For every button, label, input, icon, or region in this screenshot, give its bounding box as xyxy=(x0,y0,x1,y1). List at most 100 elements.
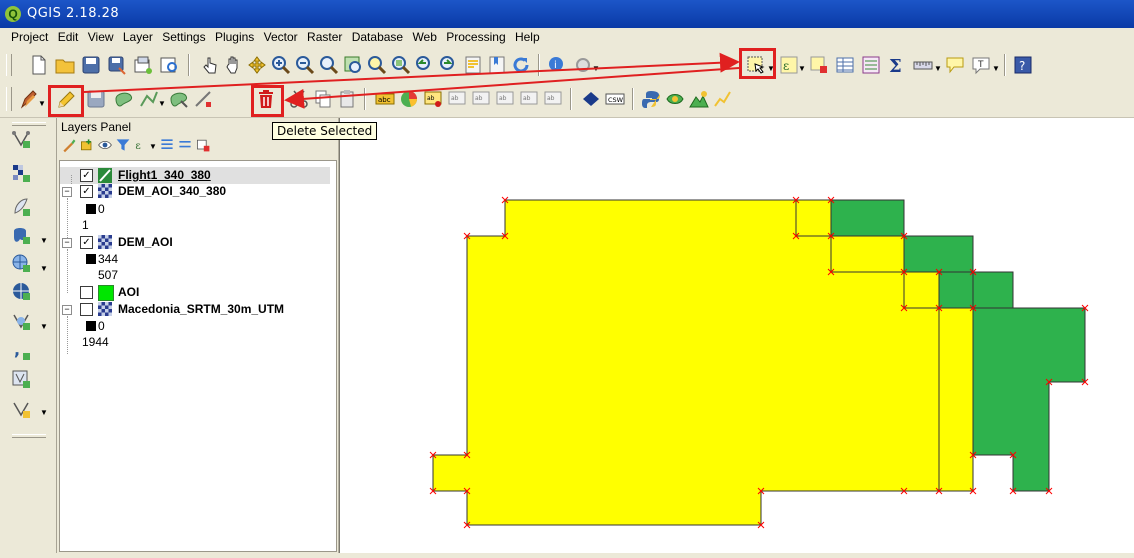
add-delimited-text-icon[interactable]: , xyxy=(10,340,32,362)
cut-features-icon[interactable] xyxy=(288,88,310,110)
run-action-icon[interactable] xyxy=(572,54,594,76)
layer-row[interactable]: ✓ Flight1_340_380 xyxy=(60,167,330,184)
dropdown-arrow[interactable]: ▼ xyxy=(934,64,942,73)
attribute-table-icon[interactable] xyxy=(834,54,856,76)
collapse-toggle[interactable]: − xyxy=(62,305,72,315)
add-virtual-layer-icon[interactable] xyxy=(10,368,32,390)
menu-view[interactable]: View xyxy=(85,28,117,44)
dropdown-arrow[interactable]: ▼ xyxy=(40,236,48,245)
line-profile-icon[interactable] xyxy=(712,88,734,110)
save-layer-edits-icon[interactable] xyxy=(85,88,107,110)
add-postgis-layer-icon[interactable] xyxy=(10,224,32,246)
layer-row[interactable]: − Macedonia_SRTM_30m_UTM xyxy=(60,301,330,318)
layer-row[interactable]: − ✓ DEM_AOI_340_380 xyxy=(60,183,330,200)
new-shapefile-layer-icon[interactable] xyxy=(10,398,32,420)
layer-labeling-icon[interactable]: abc xyxy=(374,88,396,110)
field-calculator-icon[interactable] xyxy=(860,54,882,76)
node-tool-icon[interactable] xyxy=(192,88,214,110)
open-project-icon[interactable] xyxy=(54,54,76,76)
menu-database[interactable]: Database xyxy=(349,28,406,44)
dropdown-arrow[interactable]: ▼ xyxy=(38,99,46,108)
select-by-expression-icon[interactable]: ε xyxy=(778,54,800,76)
remove-layer-icon[interactable] xyxy=(195,136,211,154)
paste-features-icon[interactable] xyxy=(336,88,358,110)
new-print-composer-icon[interactable] xyxy=(132,54,154,76)
menu-help[interactable]: Help xyxy=(512,28,543,44)
text-annotation-icon[interactable]: T xyxy=(970,54,992,76)
dropdown-arrow[interactable]: ▼ xyxy=(149,142,157,151)
style-manager-icon[interactable] xyxy=(61,136,77,154)
zoom-to-layer-icon[interactable] xyxy=(390,54,412,76)
copy-features-icon[interactable] xyxy=(312,88,334,110)
menu-project[interactable]: Project xyxy=(8,28,51,44)
pin-labels-icon[interactable]: ab xyxy=(422,88,444,110)
manage-visibility-icon[interactable] xyxy=(97,136,113,154)
zoom-full-icon[interactable] xyxy=(342,54,364,76)
identify-features-icon[interactable]: i xyxy=(546,54,568,76)
deselect-all-icon[interactable] xyxy=(808,54,830,76)
add-spatialite-layer-icon[interactable] xyxy=(10,196,32,218)
python-console-icon[interactable] xyxy=(640,88,662,110)
layer-visibility-checkbox[interactable]: ✓ xyxy=(80,169,93,182)
dropdown-arrow[interactable]: ▼ xyxy=(158,99,166,108)
rotate-label-icon[interactable]: ab xyxy=(518,88,540,110)
collapse-toggle[interactable]: − xyxy=(62,238,72,248)
toolbar-grip[interactable] xyxy=(6,54,12,76)
dropdown-arrow[interactable]: ▼ xyxy=(40,322,48,331)
statistical-summary-icon[interactable]: Σ xyxy=(886,54,908,76)
menu-vector[interactable]: Vector xyxy=(261,28,301,44)
add-wcs-layer-icon[interactable] xyxy=(10,280,32,302)
map-canvas[interactable] xyxy=(339,118,1134,553)
profile-tool-icon[interactable] xyxy=(688,88,710,110)
toolbar-grip[interactable] xyxy=(6,87,12,111)
menu-layer[interactable]: Layer xyxy=(120,28,156,44)
menu-raster[interactable]: Raster xyxy=(304,28,345,44)
dropdown-arrow[interactable]: ▼ xyxy=(798,64,806,73)
refresh-icon[interactable] xyxy=(510,54,532,76)
current-edits-icon[interactable] xyxy=(18,88,40,110)
yellow-polygon-strip[interactable] xyxy=(938,307,974,492)
add-wfs-layer-icon[interactable] xyxy=(10,310,32,332)
new-project-icon[interactable] xyxy=(28,54,50,76)
layer-visibility-checkbox[interactable] xyxy=(80,286,93,299)
new-bookmark-icon[interactable] xyxy=(486,54,508,76)
zoom-out-icon[interactable] xyxy=(294,54,316,76)
show-hide-labels-icon[interactable]: ab xyxy=(470,88,492,110)
new-map-view-icon[interactable] xyxy=(462,54,484,76)
zoom-in-icon[interactable] xyxy=(270,54,292,76)
add-feature-icon[interactable] xyxy=(113,88,135,110)
save-project-icon[interactable] xyxy=(80,54,102,76)
pan-to-selection-icon[interactable] xyxy=(246,54,268,76)
filter-legend-icon[interactable] xyxy=(115,136,131,154)
dropdown-arrow[interactable]: ▼ xyxy=(592,64,600,73)
metasearch-icon[interactable] xyxy=(580,88,602,110)
composer-manager-icon[interactable] xyxy=(158,54,180,76)
zoom-next-icon[interactable] xyxy=(438,54,460,76)
add-group-icon[interactable] xyxy=(79,136,95,154)
touch-zoom-pan-icon[interactable] xyxy=(198,54,220,76)
highlight-pinned-labels-icon[interactable]: ab xyxy=(446,88,468,110)
menu-processing[interactable]: Processing xyxy=(443,28,508,44)
yellow-polygon-main[interactable] xyxy=(432,199,940,526)
zoom-last-icon[interactable] xyxy=(414,54,436,76)
zoom-native-icon[interactable] xyxy=(318,54,340,76)
add-vector-layer-icon[interactable] xyxy=(10,128,32,150)
save-as-icon[interactable] xyxy=(106,54,128,76)
add-wms-layer-icon[interactable] xyxy=(10,252,32,274)
change-label-icon[interactable]: ab xyxy=(542,88,564,110)
layer-visibility-checkbox[interactable] xyxy=(80,303,93,316)
plugin-tool-icon[interactable] xyxy=(664,88,686,110)
collapse-all-icon[interactable] xyxy=(177,136,193,154)
layer-visibility-checkbox[interactable]: ✓ xyxy=(80,236,93,249)
dropdown-arrow[interactable]: ▼ xyxy=(40,408,48,417)
dropdown-arrow[interactable]: ▼ xyxy=(992,64,1000,73)
layer-visibility-checkbox[interactable]: ✓ xyxy=(80,185,93,198)
menu-web[interactable]: Web xyxy=(409,28,439,44)
zoom-to-selection-icon[interactable] xyxy=(366,54,388,76)
collapse-toggle[interactable]: − xyxy=(62,187,72,197)
layer-diagram-icon[interactable] xyxy=(398,88,420,110)
menu-settings[interactable]: Settings xyxy=(159,28,208,44)
move-label-icon[interactable]: ab xyxy=(494,88,516,110)
map-tips-icon[interactable] xyxy=(944,54,966,76)
menu-edit[interactable]: Edit xyxy=(55,28,82,44)
